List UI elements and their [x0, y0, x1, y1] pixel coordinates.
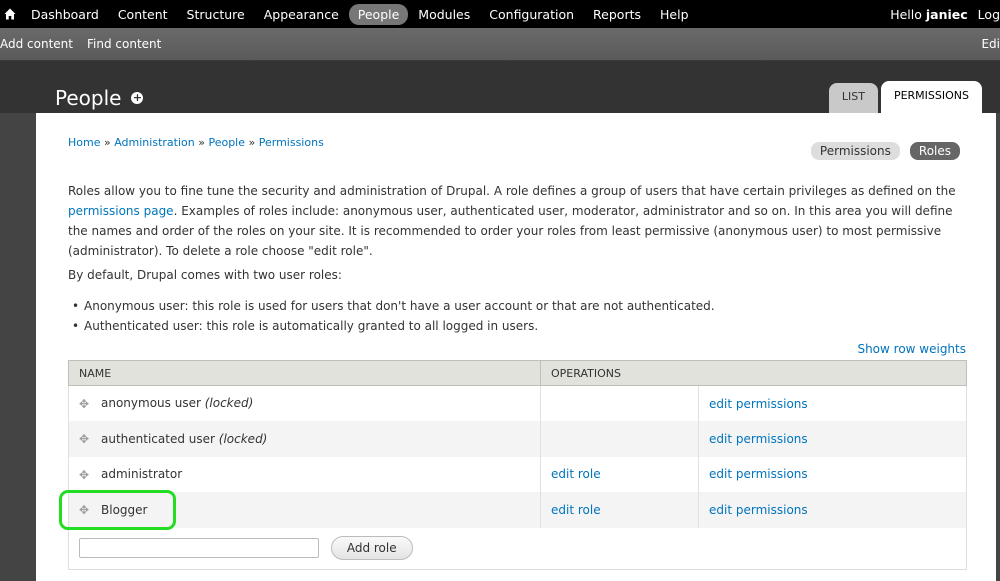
breadcrumb: Home » Administration » People » Permiss… [68, 136, 324, 149]
hello-label: Hello [890, 6, 922, 22]
toolbar-item-configuration[interactable]: Configuration [480, 4, 583, 25]
add-shortcut-icon[interactable]: + [131, 92, 144, 104]
table-row: ✥ administrator edit role edit permission… [68, 456, 967, 492]
new-role-name-input[interactable] [79, 538, 319, 559]
toolbar-user: Hello janiec Log [890, 0, 1000, 28]
default-roles-list: Anonymous user: this role is used for us… [72, 296, 715, 336]
table-row: ✥ Blogger edit role edit permissions [59, 490, 967, 530]
shortcuts-bar: Add content Find content Edi [0, 28, 1000, 61]
toolbar-item-people[interactable]: People [348, 3, 409, 25]
role-name-cell: ✥ administrator [68, 456, 541, 492]
role-name-cell: ✥ anonymous user (locked) [68, 385, 541, 421]
add-role-cell: Add role [68, 527, 967, 570]
drag-handle-icon[interactable]: ✥ [79, 468, 93, 482]
drag-handle-icon[interactable]: ✥ [79, 503, 93, 517]
admin-toolbar: Dashboard Content Structure Appearance P… [0, 0, 1000, 28]
toolbar-item-reports[interactable]: Reports [584, 4, 650, 25]
shortcut-find-content[interactable]: Find content [87, 37, 161, 51]
add-role-row: Add role [68, 527, 967, 570]
role-name: authenticated user [101, 431, 215, 446]
shortcut-add-content[interactable]: Add content [0, 37, 73, 51]
breadcrumb-people[interactable]: People [208, 136, 245, 149]
secondary-tabs: Permissions Roles [801, 142, 960, 160]
edit-role-cell: edit role [540, 456, 699, 492]
edit-permissions-link[interactable]: edit permissions [709, 467, 808, 481]
permissions-page-link[interactable]: permissions page [68, 204, 174, 218]
toolbar-item-modules[interactable]: Modules [409, 4, 479, 25]
secondary-tab-roles[interactable]: Roles [909, 142, 960, 160]
secondary-tab-permissions[interactable]: Permissions [810, 142, 900, 160]
default-roles-text: By default, Drupal comes with two user r… [68, 268, 342, 282]
roles-table: NAME OPERATIONS ✥ anonymous user (locked)… [59, 360, 967, 570]
page-title-text: People [55, 86, 122, 110]
roles-help-text: Roles allow you to fine tune the securit… [68, 181, 968, 261]
tab-permissions[interactable]: PERMISSIONS [880, 81, 982, 113]
table-header-row: NAME OPERATIONS [68, 360, 967, 386]
toolbar-item-structure[interactable]: Structure [178, 4, 254, 25]
edit-permissions-link[interactable]: edit permissions [709, 503, 808, 517]
edit-role-cell [540, 421, 699, 457]
primary-tabs: LIST PERMISSIONS [826, 81, 982, 113]
edit-permissions-link[interactable]: edit permissions [709, 397, 808, 411]
toolbar-item-dashboard[interactable]: Dashboard [22, 4, 108, 25]
edit-permissions-link[interactable]: edit permissions [709, 432, 808, 446]
page-title: People + [55, 86, 144, 110]
locked-label: (locked) [204, 396, 254, 411]
breadcrumb-home[interactable]: Home [68, 136, 100, 149]
logout-link[interactable]: Log [978, 7, 1000, 22]
drag-handle-icon[interactable]: ✥ [79, 432, 93, 446]
role-name-cell: ✥ authenticated user (locked) [68, 421, 541, 457]
user-greeting[interactable]: Hello janiec [890, 7, 967, 22]
edit-role-link[interactable]: edit role [551, 467, 601, 481]
home-icon[interactable] [0, 0, 20, 28]
edit-permissions-cell: edit permissions [698, 492, 967, 528]
locked-label: (locked) [218, 431, 268, 446]
edit-shortcuts-link[interactable]: Edi [981, 37, 1000, 51]
toolbar-item-help[interactable]: Help [651, 4, 698, 25]
table-row: ✥ authenticated user (locked) edit permis… [68, 421, 967, 457]
list-item: Anonymous user: this role is used for us… [72, 296, 715, 316]
add-role-button[interactable]: Add role [330, 536, 413, 561]
role-name: administrator [101, 467, 183, 481]
edit-permissions-cell: edit permissions [698, 456, 967, 492]
username: janiec [925, 6, 968, 22]
toolbar-item-content[interactable]: Content [109, 4, 177, 25]
list-item: Authenticated user: this role is automat… [72, 316, 715, 336]
toolbar-item-appearance[interactable]: Appearance [255, 4, 348, 25]
page-header: People + LIST PERMISSIONS [0, 61, 1000, 113]
column-header-name: NAME [68, 360, 541, 386]
toolbar-menu: Dashboard Content Structure Appearance P… [22, 3, 699, 25]
edit-permissions-cell: edit permissions [698, 421, 967, 457]
show-row-weights-link[interactable]: Show row weights [857, 342, 966, 356]
role-name: anonymous user [101, 396, 201, 411]
role-name: Blogger [101, 502, 148, 517]
breadcrumb-permissions[interactable]: Permissions [259, 136, 324, 149]
edit-role-cell [540, 385, 699, 421]
edit-permissions-cell: edit permissions [698, 385, 967, 421]
drag-handle-icon[interactable]: ✥ [79, 397, 93, 411]
intro-text-start: Roles allow you to fine tune the securit… [68, 184, 956, 198]
edit-role-link[interactable]: edit role [551, 503, 601, 517]
role-name-cell: ✥ Blogger [59, 490, 541, 530]
intro-text-end: . Examples of roles include: anonymous u… [68, 204, 953, 258]
breadcrumb-administration[interactable]: Administration [114, 136, 195, 149]
edit-role-cell: edit role [540, 492, 699, 528]
main-content: Home » Administration » People » Permiss… [36, 113, 996, 581]
column-header-operations: OPERATIONS [540, 360, 967, 386]
table-row: ✥ anonymous user (locked) edit permission… [68, 385, 967, 421]
tab-list[interactable]: LIST [828, 83, 878, 113]
